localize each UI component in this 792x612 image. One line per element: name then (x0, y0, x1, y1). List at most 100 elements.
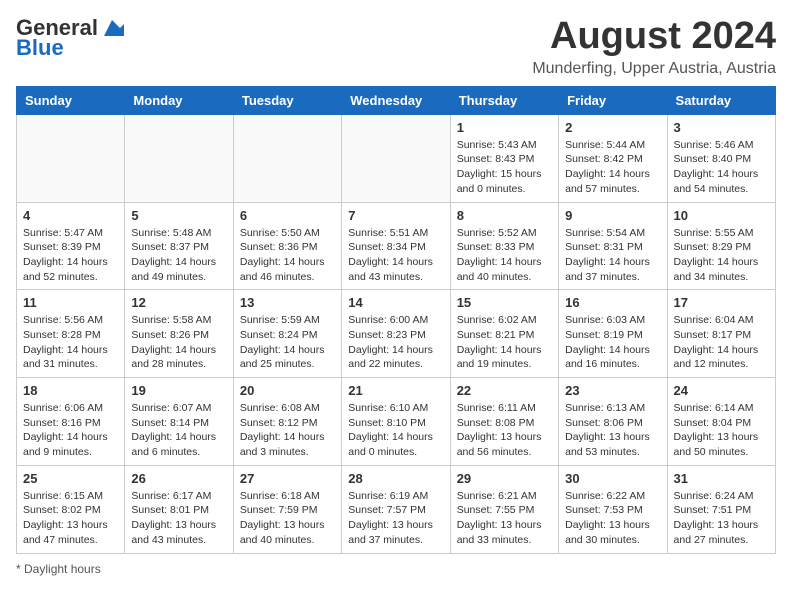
day-info: Sunrise: 6:13 AM Sunset: 8:06 PM Dayligh… (565, 401, 660, 460)
day-cell: 8 Sunrise: 5:52 AM Sunset: 8:33 PM Daylig… (450, 202, 558, 290)
day-cell (125, 114, 233, 202)
week-row-5: 25 Sunrise: 6:15 AM Sunset: 8:02 PM Dayli… (17, 465, 776, 553)
day-number: 20 (240, 383, 335, 398)
day-info: Sunrise: 6:14 AM Sunset: 8:04 PM Dayligh… (674, 401, 769, 460)
col-header-tuesday: Tuesday (233, 86, 341, 114)
day-info: Sunrise: 6:00 AM Sunset: 8:23 PM Dayligh… (348, 313, 443, 372)
day-number: 22 (457, 383, 552, 398)
day-cell: 25 Sunrise: 6:15 AM Sunset: 8:02 PM Dayli… (17, 465, 125, 553)
day-info: Sunrise: 6:21 AM Sunset: 7:55 PM Dayligh… (457, 489, 552, 548)
day-cell: 7 Sunrise: 5:51 AM Sunset: 8:34 PM Daylig… (342, 202, 450, 290)
day-number: 11 (23, 295, 118, 310)
logo-text-blue: Blue (16, 36, 64, 60)
day-info: Sunrise: 6:07 AM Sunset: 8:14 PM Dayligh… (131, 401, 226, 460)
day-number: 21 (348, 383, 443, 398)
day-cell: 17Sunrise: 6:04 AM Sunset: 8:17 PM Dayli… (667, 290, 775, 378)
day-number: 5 (131, 208, 226, 223)
footer-note: * Daylight hours (16, 562, 776, 576)
day-cell: 28 Sunrise: 6:19 AM Sunset: 7:57 PM Dayli… (342, 465, 450, 553)
week-row-2: 4 Sunrise: 5:47 AM Sunset: 8:39 PM Daylig… (17, 202, 776, 290)
day-info: Sunrise: 6:18 AM Sunset: 7:59 PM Dayligh… (240, 489, 335, 548)
day-cell: 29Sunrise: 6:21 AM Sunset: 7:55 PM Dayli… (450, 465, 558, 553)
day-number: 8 (457, 208, 552, 223)
day-info: Sunrise: 6:08 AM Sunset: 8:12 PM Dayligh… (240, 401, 335, 460)
day-info: Sunrise: 5:59 AM Sunset: 8:24 PM Dayligh… (240, 313, 335, 372)
day-info: Sunrise: 6:03 AM Sunset: 8:19 PM Dayligh… (565, 313, 660, 372)
day-cell: 14 Sunrise: 6:00 AM Sunset: 8:23 PM Dayli… (342, 290, 450, 378)
day-number: 27 (240, 471, 335, 486)
day-cell: 23 Sunrise: 6:13 AM Sunset: 8:06 PM Dayli… (559, 378, 667, 466)
day-cell: 3Sunrise: 5:46 AM Sunset: 8:40 PM Daylig… (667, 114, 775, 202)
day-number: 16 (565, 295, 660, 310)
day-info: Sunrise: 6:15 AM Sunset: 8:02 PM Dayligh… (23, 489, 118, 548)
week-row-4: 18Sunrise: 6:06 AM Sunset: 8:16 PM Dayli… (17, 378, 776, 466)
calendar-table: SundayMondayTuesdayWednesdayThursdayFrid… (16, 86, 776, 554)
day-number: 14 (348, 295, 443, 310)
title-area: August 2024 Munderfing, Upper Austria, A… (532, 16, 776, 78)
day-number: 31 (674, 471, 769, 486)
day-cell: 31 Sunrise: 6:24 AM Sunset: 7:51 PM Dayli… (667, 465, 775, 553)
day-info: Sunrise: 6:04 AM Sunset: 8:17 PM Dayligh… (674, 313, 769, 372)
day-number: 4 (23, 208, 118, 223)
day-info: Sunrise: 5:58 AM Sunset: 8:26 PM Dayligh… (131, 313, 226, 372)
day-cell: 18Sunrise: 6:06 AM Sunset: 8:16 PM Dayli… (17, 378, 125, 466)
day-info: Sunrise: 5:54 AM Sunset: 8:31 PM Dayligh… (565, 226, 660, 285)
calendar-title: August 2024 (532, 16, 776, 58)
day-info: Sunrise: 5:48 AM Sunset: 8:37 PM Dayligh… (131, 226, 226, 285)
day-info: Sunrise: 6:19 AM Sunset: 7:57 PM Dayligh… (348, 489, 443, 548)
day-number: 6 (240, 208, 335, 223)
day-number: 2 (565, 120, 660, 135)
footer-text: Daylight hours (24, 562, 101, 576)
day-number: 18 (23, 383, 118, 398)
day-cell (233, 114, 341, 202)
col-header-monday: Monday (125, 86, 233, 114)
day-cell: 20 Sunrise: 6:08 AM Sunset: 8:12 PM Dayli… (233, 378, 341, 466)
day-info: Sunrise: 6:24 AM Sunset: 7:51 PM Dayligh… (674, 489, 769, 548)
day-cell: 19Sunrise: 6:07 AM Sunset: 8:14 PM Dayli… (125, 378, 233, 466)
day-info: Sunrise: 5:52 AM Sunset: 8:33 PM Dayligh… (457, 226, 552, 285)
day-cell: 15Sunrise: 6:02 AM Sunset: 8:21 PM Dayli… (450, 290, 558, 378)
day-cell: 24 Sunrise: 6:14 AM Sunset: 8:04 PM Dayli… (667, 378, 775, 466)
day-number: 23 (565, 383, 660, 398)
col-header-saturday: Saturday (667, 86, 775, 114)
day-number: 30 (565, 471, 660, 486)
day-info: Sunrise: 6:11 AM Sunset: 8:08 PM Dayligh… (457, 401, 552, 460)
day-cell: 13 Sunrise: 5:59 AM Sunset: 8:24 PM Dayli… (233, 290, 341, 378)
day-number: 9 (565, 208, 660, 223)
day-info: Sunrise: 5:43 AM Sunset: 8:43 PM Dayligh… (457, 138, 552, 197)
day-number: 12 (131, 295, 226, 310)
day-number: 10 (674, 208, 769, 223)
col-header-sunday: Sunday (17, 86, 125, 114)
day-cell: 4 Sunrise: 5:47 AM Sunset: 8:39 PM Daylig… (17, 202, 125, 290)
day-cell: 26 Sunrise: 6:17 AM Sunset: 8:01 PM Dayli… (125, 465, 233, 553)
day-cell: 30 Sunrise: 6:22 AM Sunset: 7:53 PM Dayli… (559, 465, 667, 553)
day-cell (17, 114, 125, 202)
day-number: 26 (131, 471, 226, 486)
week-row-3: 11Sunrise: 5:56 AM Sunset: 8:28 PM Dayli… (17, 290, 776, 378)
day-cell: 27 Sunrise: 6:18 AM Sunset: 7:59 PM Dayli… (233, 465, 341, 553)
day-cell: 16 Sunrise: 6:03 AM Sunset: 8:19 PM Dayli… (559, 290, 667, 378)
day-info: Sunrise: 5:46 AM Sunset: 8:40 PM Dayligh… (674, 138, 769, 197)
day-number: 28 (348, 471, 443, 486)
col-header-wednesday: Wednesday (342, 86, 450, 114)
day-cell: 12 Sunrise: 5:58 AM Sunset: 8:26 PM Dayli… (125, 290, 233, 378)
day-cell: 22 Sunrise: 6:11 AM Sunset: 8:08 PM Dayli… (450, 378, 558, 466)
day-info: Sunrise: 6:22 AM Sunset: 7:53 PM Dayligh… (565, 489, 660, 548)
day-info: Sunrise: 6:10 AM Sunset: 8:10 PM Dayligh… (348, 401, 443, 460)
day-info: Sunrise: 6:17 AM Sunset: 8:01 PM Dayligh… (131, 489, 226, 548)
col-header-thursday: Thursday (450, 86, 558, 114)
day-cell: 2Sunrise: 5:44 AM Sunset: 8:42 PM Daylig… (559, 114, 667, 202)
day-info: Sunrise: 5:51 AM Sunset: 8:34 PM Dayligh… (348, 226, 443, 285)
day-cell: 5 Sunrise: 5:48 AM Sunset: 8:37 PM Daylig… (125, 202, 233, 290)
day-number: 7 (348, 208, 443, 223)
day-cell: 21 Sunrise: 6:10 AM Sunset: 8:10 PM Dayli… (342, 378, 450, 466)
day-info: Sunrise: 6:02 AM Sunset: 8:21 PM Dayligh… (457, 313, 552, 372)
day-number: 13 (240, 295, 335, 310)
day-number: 1 (457, 120, 552, 135)
day-cell (342, 114, 450, 202)
day-cell: 11Sunrise: 5:56 AM Sunset: 8:28 PM Dayli… (17, 290, 125, 378)
day-number: 24 (674, 383, 769, 398)
day-info: Sunrise: 5:47 AM Sunset: 8:39 PM Dayligh… (23, 226, 118, 285)
day-info: Sunrise: 5:50 AM Sunset: 8:36 PM Dayligh… (240, 226, 335, 285)
day-number: 25 (23, 471, 118, 486)
